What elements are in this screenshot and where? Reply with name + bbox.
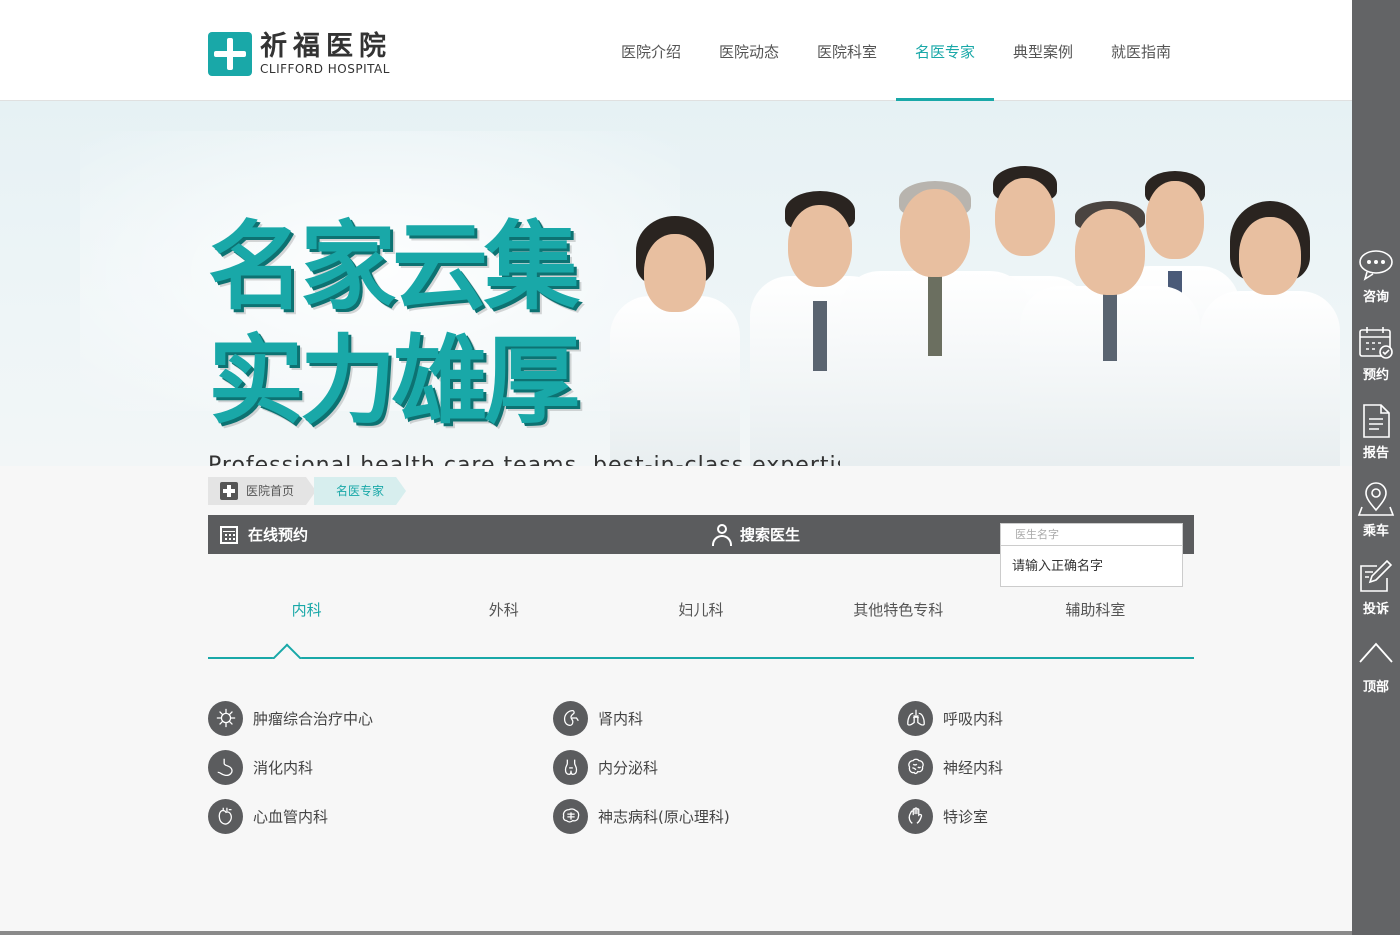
nav-experts[interactable]: 名医专家 bbox=[896, 0, 994, 101]
doctor-figure bbox=[1020, 201, 1200, 466]
lungs-icon bbox=[898, 700, 933, 736]
nav-guide[interactable]: 就医指南 bbox=[1092, 0, 1190, 101]
main-nav: 医院介绍 医院动态 医院科室 名医专家 典型案例 就医指南 bbox=[602, 0, 1190, 101]
sidebar-complaint[interactable]: 投诉 bbox=[1352, 558, 1400, 628]
tab-internal-medicine[interactable]: 内科 bbox=[208, 590, 405, 630]
edit-icon bbox=[1360, 559, 1393, 592]
sidebar-consult[interactable]: 咨询 bbox=[1352, 246, 1400, 316]
sidebar-top-label: 顶部 bbox=[1362, 680, 1389, 695]
tab-other-specialties[interactable]: 其他特色专科 bbox=[800, 590, 997, 630]
doctors-photo bbox=[610, 161, 1352, 466]
dept-label: 特诊室 bbox=[943, 807, 989, 826]
site-header: 祈福医院 CLIFFORD HOSPITAL 医院介绍 医院动态 医院科室 名医… bbox=[0, 0, 1352, 101]
hero-banner: 名家云集 实力雄厚 Professional health care teams… bbox=[0, 101, 1352, 466]
dept-psychiatry[interactable]: 神志病科(原心理科) bbox=[553, 798, 898, 834]
sidebar-transport-label: 乘车 bbox=[1362, 524, 1389, 539]
dept-oncology-center[interactable]: 肿瘤综合治疗中心 bbox=[208, 700, 553, 736]
dept-label: 内分泌科 bbox=[598, 758, 659, 777]
nav-hospital-news[interactable]: 医院动态 bbox=[700, 0, 798, 101]
home-cross-icon bbox=[220, 482, 238, 500]
dept-label: 心血管内科 bbox=[253, 807, 329, 826]
dept-endocrinology[interactable]: 内分泌科 bbox=[553, 749, 898, 785]
nav-departments[interactable]: 医院科室 bbox=[798, 0, 896, 101]
online-appointment-label: 在线预约 bbox=[248, 526, 309, 544]
dept-gastroenterology[interactable]: 消化内科 bbox=[208, 749, 553, 785]
heart-icon bbox=[208, 798, 243, 834]
doctor-figure bbox=[1200, 201, 1340, 466]
breadcrumb: 医院首页 名医专家 bbox=[208, 477, 406, 505]
virus-icon bbox=[208, 700, 243, 736]
brain-icon bbox=[553, 798, 588, 834]
logo-english-name: CLIFFORD HOSPITAL bbox=[260, 62, 390, 76]
banner-slogan-line2: 实力雄厚 bbox=[208, 325, 580, 437]
arrow-up-icon bbox=[1359, 642, 1393, 663]
brain-icon bbox=[898, 749, 933, 785]
dept-label: 神经内科 bbox=[943, 758, 1004, 777]
dept-special-clinic[interactable]: 特诊室 bbox=[898, 798, 1208, 834]
kidney-icon bbox=[553, 700, 588, 736]
tab-surgery[interactable]: 外科 bbox=[405, 590, 602, 630]
location-icon bbox=[1357, 482, 1395, 516]
tab-obstetrics-pediatrics[interactable]: 妇儿科 bbox=[602, 590, 799, 630]
search-doctor-label: 搜索医生 bbox=[740, 526, 801, 544]
active-tab-caret-icon bbox=[272, 643, 302, 659]
calendar-icon bbox=[220, 525, 238, 544]
dept-label: 消化内科 bbox=[253, 758, 314, 777]
doctor-name-input[interactable] bbox=[1000, 523, 1183, 546]
doctor-figure bbox=[610, 216, 740, 466]
dept-respiratory[interactable]: 呼吸内科 bbox=[898, 700, 1208, 736]
sidebar-appointment[interactable]: 预约 bbox=[1352, 324, 1400, 394]
tab-auxiliary-departments[interactable]: 辅助科室 bbox=[997, 590, 1194, 630]
thyroid-icon bbox=[553, 749, 588, 785]
nav-cases[interactable]: 典型案例 bbox=[994, 0, 1092, 101]
breadcrumb-current[interactable]: 名医专家 bbox=[314, 477, 406, 505]
calendar-icon bbox=[1359, 327, 1393, 359]
doctor-figure bbox=[840, 181, 1030, 466]
sidebar-complaint-label: 投诉 bbox=[1362, 602, 1389, 617]
search-doctor-heading: 搜索医生 bbox=[712, 515, 800, 554]
sidebar-report-label: 报告 bbox=[1362, 446, 1389, 461]
doctor-person-icon bbox=[712, 523, 732, 546]
dept-nephrology[interactable]: 肾内科 bbox=[553, 700, 898, 736]
dept-cardiology[interactable]: 心血管内科 bbox=[208, 798, 553, 834]
document-icon bbox=[1363, 404, 1390, 438]
sidebar-back-to-top[interactable]: 顶部 bbox=[1352, 636, 1400, 706]
department-category-tabs: 内科 外科 妇儿科 其他特色专科 辅助科室 bbox=[208, 590, 1194, 630]
search-hint-dropdown[interactable]: 请输入正确名字 bbox=[1000, 546, 1183, 587]
online-appointment-button[interactable]: 在线预约 bbox=[220, 515, 308, 554]
breadcrumb-home-label: 医院首页 bbox=[246, 484, 295, 498]
dept-label: 肾内科 bbox=[598, 709, 644, 728]
sidebar-report[interactable]: 报告 bbox=[1352, 402, 1400, 472]
dept-label: 肿瘤综合治疗中心 bbox=[253, 709, 374, 728]
chat-icon bbox=[1359, 250, 1393, 281]
dept-neurology[interactable]: 神经内科 bbox=[898, 749, 1208, 785]
sidebar-transport[interactable]: 乘车 bbox=[1352, 480, 1400, 550]
breadcrumb-home[interactable]: 医院首页 bbox=[208, 477, 316, 505]
logo-cross-icon bbox=[208, 32, 252, 76]
sidebar-consult-label: 咨询 bbox=[1362, 290, 1389, 305]
department-list: 肿瘤综合治疗中心 肾内科 呼吸内科 消化内科 内分泌科 神经内科 心血管内科 神… bbox=[208, 700, 1208, 834]
nav-hospital-intro[interactable]: 医院介绍 bbox=[602, 0, 700, 101]
logo[interactable]: 祈福医院 CLIFFORD HOSPITAL bbox=[208, 32, 392, 76]
tab-underline bbox=[208, 657, 1194, 659]
right-floating-sidebar: 咨询 预约 报告 乘车 投诉 顶部 bbox=[1352, 0, 1400, 935]
hand-icon bbox=[898, 798, 933, 834]
sidebar-appointment-label: 预约 bbox=[1362, 368, 1389, 383]
banner-slogan-line1: 名家云集 bbox=[208, 211, 580, 323]
dept-label: 神志病科(原心理科) bbox=[598, 807, 730, 826]
stomach-icon bbox=[208, 749, 243, 785]
logo-chinese-name: 祈福医院 bbox=[260, 31, 392, 62]
dept-label: 呼吸内科 bbox=[943, 709, 1004, 728]
page-bottom-border bbox=[0, 931, 1352, 935]
banner-subtitle: Professional health care teams, best-in-… bbox=[208, 453, 864, 466]
